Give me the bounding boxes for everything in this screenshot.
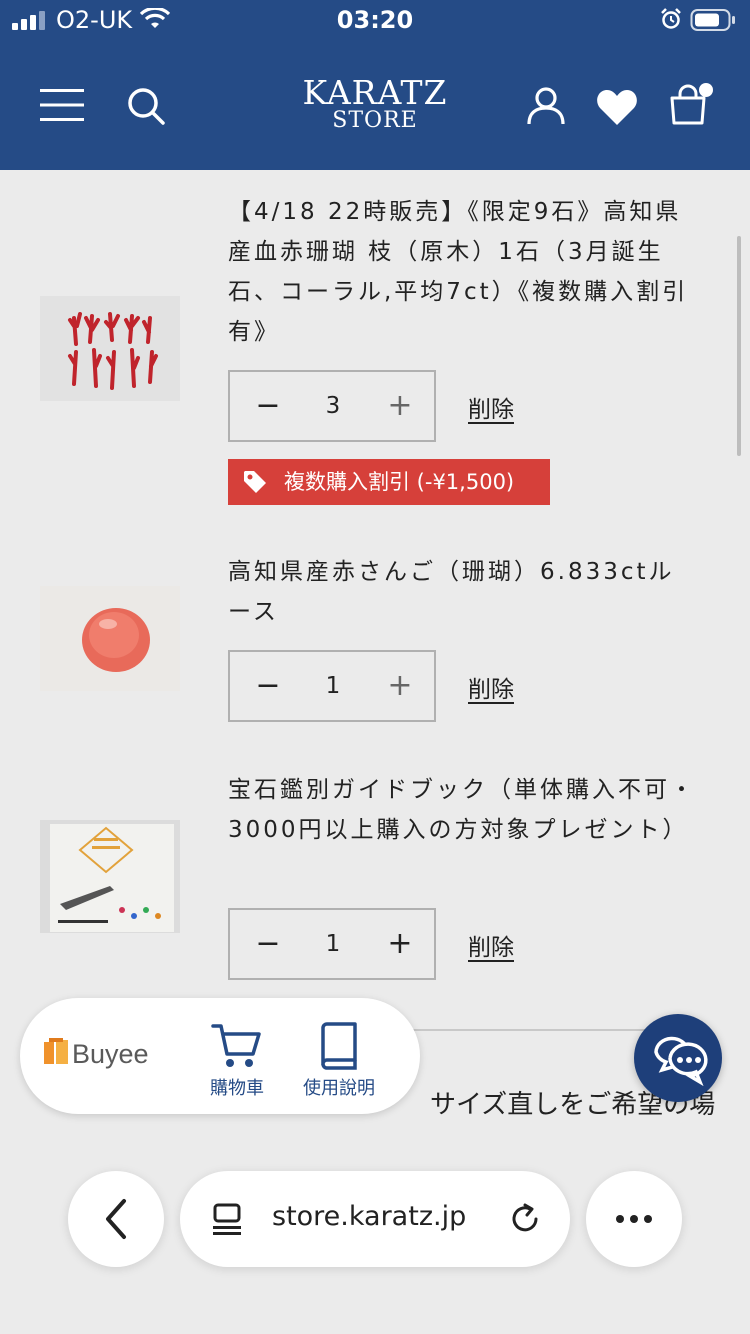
status-bar: O2-UK 03:20 [0, 0, 750, 40]
address-bar[interactable]: store.karatz.jp [180, 1171, 570, 1267]
back-button[interactable] [68, 1171, 164, 1267]
guide-book-icon [321, 1022, 357, 1070]
quantity-value[interactable]: 1 [300, 666, 366, 706]
decrease-quantity-button[interactable]: − [248, 386, 288, 426]
delete-item-link[interactable]: 削除 [468, 928, 514, 962]
chat-support-button[interactable] [634, 1014, 722, 1102]
more-options-button[interactable] [586, 1171, 682, 1267]
buyee-guide-label: 使用說明 [303, 1078, 375, 1099]
increase-quantity-button[interactable]: + [380, 924, 420, 964]
discount-badge: 複数購入割引 (-¥1,500) [228, 459, 550, 505]
chat-bubbles-icon [654, 1036, 708, 1087]
brand-subtitle: STORE [332, 108, 418, 133]
product-title[interactable]: 宝石鑑別ガイドブック（単体購入不可・3000円以上購入の方対象プレゼント） [228, 770, 698, 850]
product-image-coral-cabochon[interactable] [40, 586, 180, 691]
product-title[interactable]: 高知県産赤さんご（珊瑚）6.833ctルース [228, 552, 698, 632]
brand-name: KARATZ [302, 73, 448, 112]
quantity-stepper: − 1 + [228, 908, 436, 980]
buyee-guide-button[interactable]: 使用說明 [294, 1022, 384, 1100]
product-image-coral-branches[interactable] [40, 296, 180, 401]
browser-toolbar: store.karatz.jp [0, 1138, 750, 1334]
increase-quantity-button[interactable]: + [380, 386, 420, 426]
buyee-logo[interactable]: Buyee [44, 1034, 164, 1074]
clock-time: 03:20 [336, 6, 414, 34]
product-image-guidebook[interactable] [40, 820, 180, 933]
search-icon[interactable] [126, 86, 166, 126]
buyee-widget: Buyee 購物車 使用說明 [20, 998, 420, 1114]
delete-item-link[interactable]: 削除 [468, 390, 514, 424]
ellipsis-icon [616, 1215, 652, 1223]
brand-logo[interactable]: KARATZ STORE [275, 76, 475, 132]
buyee-logo-text: Buyee [72, 1039, 149, 1069]
site-header: KARATZ STORE [0, 40, 750, 170]
cart-content: 【4/18 22時販売】《限定9石》高知県産血赤珊瑚 枝（原木）1石（3月誕生石… [0, 170, 750, 1140]
discount-label: 複数購入割引 (-¥1,500) [284, 470, 515, 494]
section-divider [400, 1029, 650, 1031]
decrease-quantity-button[interactable]: − [248, 924, 288, 964]
url-text: store.karatz.jp [272, 1201, 467, 1232]
menu-icon[interactable] [40, 88, 84, 122]
increase-quantity-button[interactable]: + [380, 666, 420, 706]
scrollbar[interactable] [737, 236, 741, 456]
quantity-stepper: − 1 + [228, 650, 436, 722]
wishlist-heart-icon[interactable] [596, 88, 638, 126]
shopping-cart-icon [211, 1024, 261, 1067]
quantity-stepper: − 3 + [228, 370, 436, 442]
quantity-value[interactable]: 1 [300, 924, 366, 964]
decrease-quantity-button[interactable]: − [248, 666, 288, 706]
alarm-icon [661, 8, 681, 29]
reload-icon[interactable] [508, 1202, 542, 1236]
page-format-icon [213, 1203, 241, 1235]
account-icon[interactable] [526, 86, 566, 126]
product-title[interactable]: 【4/18 22時販売】《限定9石》高知県産血赤珊瑚 枝（原木）1石（3月誕生石… [228, 192, 698, 352]
buyee-cart-button[interactable]: 購物車 [192, 1022, 282, 1100]
delete-item-link[interactable]: 削除 [468, 670, 514, 704]
cart-bag-icon[interactable] [668, 82, 716, 126]
battery-icon [690, 9, 735, 31]
price-tag-icon [244, 471, 266, 493]
chevron-left-icon [106, 1199, 126, 1239]
buyee-cart-label: 購物車 [210, 1078, 264, 1099]
quantity-value[interactable]: 3 [300, 386, 366, 426]
